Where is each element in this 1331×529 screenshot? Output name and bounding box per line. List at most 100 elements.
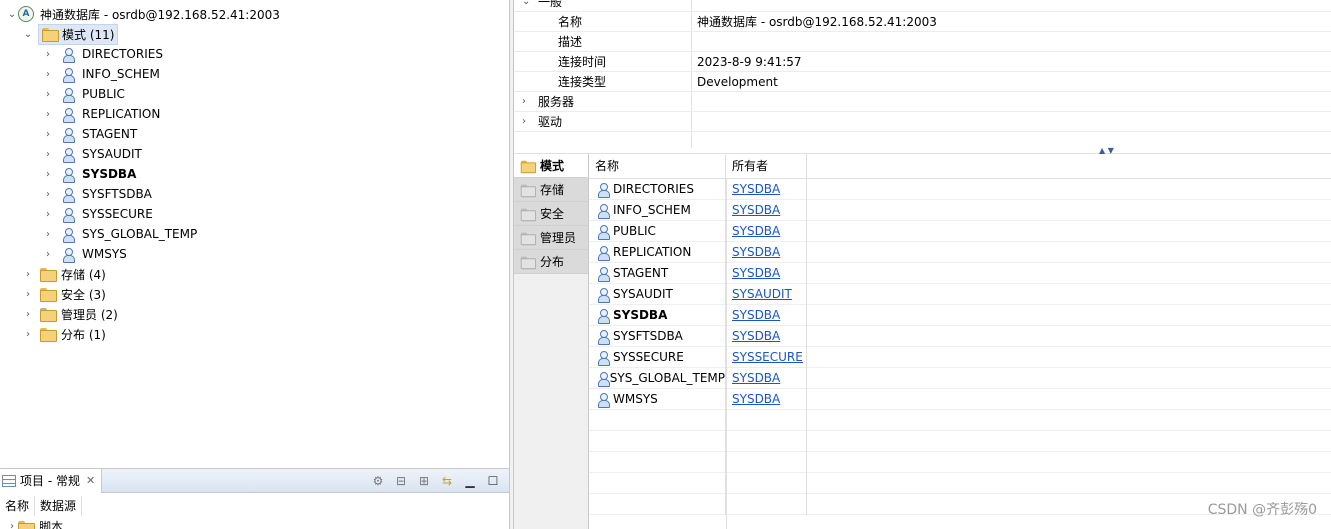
owner-link[interactable]: SYSDBA bbox=[732, 182, 780, 196]
table-row[interactable]: SYSAUDIT SYSAUDIT bbox=[589, 283, 1331, 305]
table-row[interactable]: SYS_GLOBAL_TEMP SYSDBA bbox=[589, 367, 1331, 389]
column-header-datasource[interactable]: 数据源 bbox=[35, 496, 83, 516]
project-panel-header: 项目 - 常规 ✕ ⚙ ⊟ ⊞ ⇆ ▁ ☐ bbox=[0, 468, 509, 493]
table-row[interactable]: STAGENT SYSDBA bbox=[589, 262, 1331, 284]
table-row[interactable]: DIRECTORIES SYSDBA bbox=[589, 178, 1331, 200]
link-with-editor-icon[interactable]: ⇆ bbox=[439, 473, 455, 489]
side-tab[interactable]: 模式 bbox=[514, 154, 588, 178]
tab-project-general[interactable]: 项目 - 常规 ✕ bbox=[0, 468, 103, 493]
tree-schema-node[interactable]: › SYSDBA bbox=[42, 164, 136, 184]
chevron-right-icon[interactable]: › bbox=[522, 96, 526, 107]
table-row[interactable]: SYSSECURE SYSSECURE bbox=[589, 346, 1331, 368]
owner-link[interactable]: SYSDBA bbox=[732, 308, 780, 322]
user-icon bbox=[597, 224, 610, 240]
side-tab[interactable]: 安全 bbox=[514, 202, 588, 226]
chevron-down-icon[interactable]: ⌄ bbox=[522, 0, 530, 7]
chevron-right-icon[interactable]: › bbox=[22, 308, 34, 320]
gear-icon[interactable]: ⚙ bbox=[370, 473, 386, 489]
folder-icon bbox=[520, 184, 537, 197]
side-tab[interactable]: 分布 bbox=[514, 250, 588, 274]
chevron-right-icon[interactable]: › bbox=[42, 108, 54, 120]
chevron-right-icon[interactable]: › bbox=[42, 88, 54, 100]
tree-schema-node[interactable]: › SYSSECURE bbox=[42, 204, 153, 224]
tree-schema-node[interactable]: › SYSFTSDBA bbox=[42, 184, 152, 204]
chevron-right-icon[interactable]: › bbox=[42, 48, 54, 60]
chevron-right-icon[interactable]: › bbox=[42, 168, 54, 180]
table-row[interactable]: REPLICATION SYSDBA bbox=[589, 241, 1331, 263]
owner-link[interactable]: SYSDBA bbox=[732, 329, 780, 343]
tree-schema-folder-node[interactable]: ⌄ 模式 (11) bbox=[22, 23, 119, 45]
tree-connection-node[interactable]: ⌄ A 神通数据库 - osrdb@192.168.52.41:2003 bbox=[6, 4, 280, 24]
property-row[interactable]: 连接类型 Development bbox=[514, 72, 1331, 92]
chevron-right-icon[interactable]: › bbox=[42, 208, 54, 220]
table-row[interactable]: SYSDBA SYSDBA bbox=[589, 304, 1331, 326]
category-label: 服务器 bbox=[538, 95, 575, 109]
owner-link[interactable]: SYSDBA bbox=[732, 371, 780, 385]
tree-schema-node[interactable]: › SYS_GLOBAL_TEMP bbox=[42, 224, 197, 244]
schema-table-header: 名称 所有者 bbox=[589, 153, 1331, 179]
chevron-right-icon[interactable]: › bbox=[22, 328, 34, 340]
chevron-right-icon[interactable]: › bbox=[22, 288, 34, 300]
tree-folder-node[interactable]: › 安全 (3) bbox=[22, 284, 106, 304]
folder-icon bbox=[520, 208, 537, 221]
tree-folder-node[interactable]: › 分布 (1) bbox=[22, 324, 106, 344]
tree-folder-node[interactable]: › 管理员 (2) bbox=[22, 304, 118, 324]
property-category-server[interactable]: › 服务器 bbox=[514, 92, 1331, 112]
owner-link[interactable]: SYSDBA bbox=[732, 245, 780, 259]
property-category-driver[interactable]: › 驱动 bbox=[514, 112, 1331, 132]
tree-schema-node[interactable]: › INFO_SCHEM bbox=[42, 64, 160, 84]
owner-link[interactable]: SYSAUDIT bbox=[732, 287, 792, 301]
column-header-owner[interactable]: 所有者 bbox=[726, 153, 807, 179]
chevron-right-icon[interactable]: › bbox=[42, 128, 54, 140]
side-tab[interactable]: 管理员 bbox=[514, 226, 588, 250]
chevron-right-icon[interactable]: › bbox=[42, 228, 54, 240]
table-row[interactable]: SYSFTSDBA SYSDBA bbox=[589, 325, 1331, 347]
property-row[interactable]: 描述 bbox=[514, 32, 1331, 52]
schema-name: REPLICATION bbox=[613, 245, 692, 259]
tree-schema-node[interactable]: › REPLICATION bbox=[42, 104, 160, 124]
chevron-right-icon[interactable]: › bbox=[42, 68, 54, 80]
chevron-right-icon[interactable]: › bbox=[522, 116, 526, 127]
side-tab[interactable]: 存储 bbox=[514, 178, 588, 202]
owner-link[interactable]: SYSSECURE bbox=[732, 350, 803, 364]
tree-schema-node[interactable]: › PUBLIC bbox=[42, 84, 125, 104]
table-row[interactable]: PUBLIC SYSDBA bbox=[589, 220, 1331, 242]
tree-schema-node[interactable]: › STAGENT bbox=[42, 124, 137, 144]
chevron-right-icon[interactable]: › bbox=[42, 188, 54, 200]
column-header-name[interactable]: 名称 bbox=[589, 153, 726, 179]
folder-icon bbox=[520, 232, 537, 245]
project-row-scripts[interactable]: › 脚本 bbox=[6, 518, 63, 529]
owner-link[interactable]: SYSDBA bbox=[732, 392, 780, 406]
property-category-general[interactable]: ⌄ 一般 bbox=[514, 0, 1331, 12]
maximize-icon[interactable]: ☐ bbox=[485, 473, 501, 489]
user-icon bbox=[597, 266, 610, 282]
property-row[interactable]: 连接时间 2023-8-9 9:41:57 bbox=[514, 52, 1331, 72]
table-row[interactable]: INFO_SCHEM SYSDBA bbox=[589, 199, 1331, 221]
user-icon bbox=[62, 207, 75, 223]
owner-link[interactable]: SYSDBA bbox=[732, 224, 780, 238]
chevron-down-icon[interactable]: ⌄ bbox=[22, 28, 34, 40]
tree-schema-node[interactable]: › DIRECTORIES bbox=[42, 44, 163, 64]
tree-folder-node[interactable]: › 存储 (4) bbox=[22, 264, 106, 284]
user-icon bbox=[62, 67, 75, 83]
column-header-name[interactable]: 名称 bbox=[0, 496, 36, 516]
owner-link[interactable]: SYSDBA bbox=[732, 203, 780, 217]
chevron-right-icon[interactable]: › bbox=[6, 521, 18, 529]
owner-link[interactable]: SYSDBA bbox=[732, 266, 780, 280]
chevron-right-icon[interactable]: › bbox=[42, 148, 54, 160]
collapse-all-icon[interactable]: ⊟ bbox=[393, 473, 409, 489]
schema-folder-label: 模式 (11) bbox=[62, 27, 115, 42]
property-row[interactable]: 名称 神通数据库 - osrdb@192.168.52.41:2003 bbox=[514, 12, 1331, 32]
tree-schema-node[interactable]: › SYSAUDIT bbox=[42, 144, 142, 164]
close-icon[interactable]: ✕ bbox=[86, 474, 95, 487]
chevron-right-icon[interactable]: › bbox=[22, 268, 34, 280]
chevron-down-icon[interactable]: ⌄ bbox=[6, 8, 18, 20]
user-icon bbox=[62, 87, 75, 103]
minimize-icon[interactable]: ▁ bbox=[462, 473, 478, 489]
user-icon bbox=[62, 167, 75, 183]
chevron-right-icon[interactable]: › bbox=[42, 248, 54, 260]
name-cell: SYSDBA bbox=[589, 304, 726, 326]
expand-all-icon[interactable]: ⊞ bbox=[416, 473, 432, 489]
tree-schema-node[interactable]: › WMSYS bbox=[42, 244, 127, 264]
table-row[interactable]: WMSYS SYSDBA bbox=[589, 388, 1331, 410]
